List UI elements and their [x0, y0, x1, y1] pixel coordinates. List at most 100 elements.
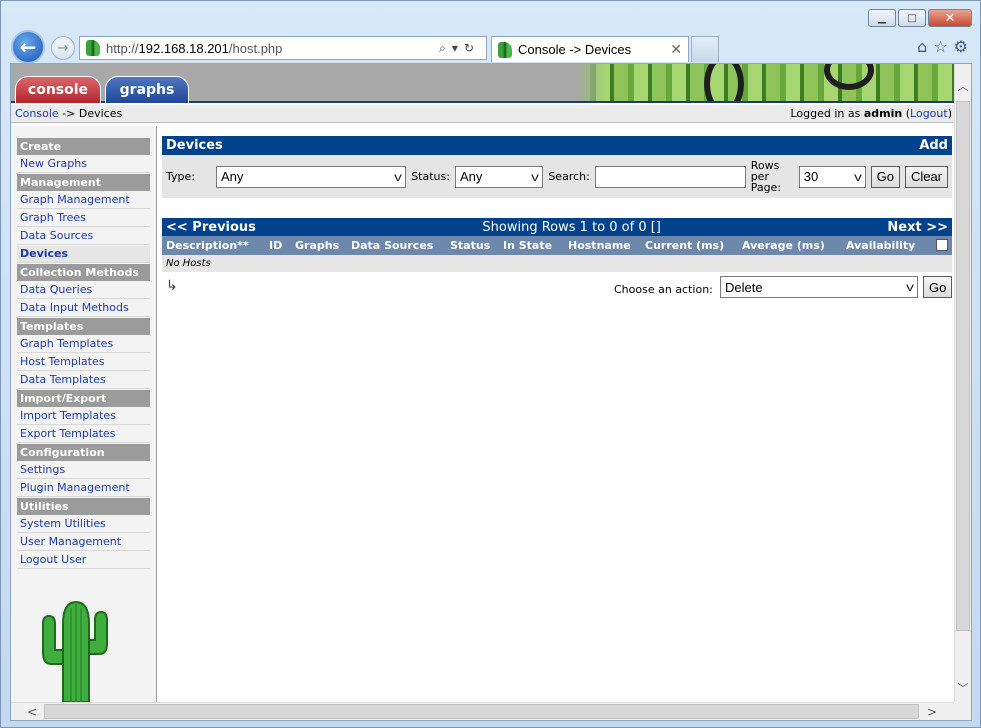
horizontal-scroll-thumb[interactable] [44, 704, 919, 719]
scroll-up-icon[interactable]: ︿ [955, 78, 971, 96]
logout-link[interactable]: Logout [910, 107, 948, 120]
url-text: http://192.168.18.201/host.php [106, 40, 283, 56]
type-select[interactable]: Any v [215, 165, 407, 188]
col-current-ms[interactable]: Current (ms) [645, 239, 724, 252]
vertical-scrollbar[interactable]: ︿ ﹀ [954, 64, 971, 704]
favorites-star-icon[interactable]: ☆ [933, 37, 947, 56]
browser-window: ▁ □ ✕ ← → http://192.168.18.201/host.php… [0, 0, 981, 728]
next-link[interactable]: Next >> [887, 220, 948, 235]
address-bar-tools: ⌕▾↻ [439, 41, 486, 56]
sidebar-item-devices[interactable]: Devices [17, 246, 150, 263]
col-average-ms[interactable]: Average (ms) [742, 239, 825, 252]
back-arrow-icon[interactable]: ← [11, 30, 45, 64]
col-data-sources[interactable]: Data Sources [351, 239, 433, 252]
cactus-logo-icon [42, 600, 108, 702]
col-status[interactable]: Status [450, 239, 490, 252]
sidebar-item-settings[interactable]: Settings [17, 462, 150, 479]
action-select[interactable]: Delete v [720, 276, 918, 298]
action-row: ↳ Choose an action: Delete v Go [162, 272, 953, 302]
col-graphs[interactable]: Graphs [295, 239, 339, 252]
sidebar-item-plugin-management[interactable]: Plugin Management [17, 480, 150, 497]
new-tab-button[interactable] [691, 36, 719, 62]
menu-section-import-export: Import/Export [17, 390, 150, 407]
scroll-down-icon[interactable]: ﹀ [955, 680, 971, 698]
dropdown-icon[interactable]: ▾ [452, 41, 464, 55]
forward-arrow-icon[interactable]: → [51, 36, 75, 60]
settings-gear-icon[interactable]: ⚙ [954, 37, 968, 56]
empty-table-row: No Hosts [162, 255, 952, 272]
col-id[interactable]: ID [269, 239, 282, 252]
breadcrumb-current: Devices [78, 107, 123, 120]
corner-arrow-icon: ↳ [166, 278, 178, 294]
browser-tab[interactable]: Console -> Devices ✕ [491, 36, 689, 62]
logged-in-user: admin [863, 107, 903, 120]
sidebar-item-data-input-methods[interactable]: Data Input Methods [17, 300, 150, 317]
minimize-button[interactable]: ▁ [868, 9, 896, 27]
rows-info: Showing Rows 1 to 0 of 0 [] [482, 219, 661, 235]
sidebar: Create New Graphs Management Graph Manageme… [11, 126, 157, 704]
status-select[interactable]: Any v [454, 165, 544, 188]
add-device-link[interactable]: Add [919, 138, 948, 153]
sidebar-item-new-graphs[interactable]: New Graphs [17, 156, 150, 173]
scroll-right-icon[interactable]: > [923, 703, 941, 720]
sidebar-item-import-templates[interactable]: Import Templates [17, 408, 150, 425]
sidebar-item-data-queries[interactable]: Data Queries [17, 282, 150, 299]
devices-header: Devices Add [162, 136, 952, 155]
device-filter: Type: Any v Status: Any v Search: Rows per… [162, 155, 952, 198]
menu-section-templates: Templates [17, 318, 150, 335]
sidebar-item-graph-management[interactable]: Graph Management [17, 192, 150, 209]
action-go-button[interactable]: Go [923, 276, 953, 298]
filter-clear-button[interactable]: Clear [904, 165, 949, 188]
breadcrumb-console-link[interactable]: Console [15, 107, 59, 120]
tab-close-icon[interactable]: ✕ [670, 42, 688, 58]
tab-graphs[interactable]: graphs [105, 76, 189, 103]
col-description[interactable]: Description** [166, 239, 249, 252]
search-icon[interactable]: ⌕ [439, 41, 452, 55]
previous-link[interactable]: << Previous [166, 220, 256, 235]
sidebar-item-export-templates[interactable]: Export Templates [17, 426, 150, 443]
cacti-header: console graphs [11, 64, 956, 103]
sidebar-item-data-sources[interactable]: Data Sources [17, 228, 150, 245]
search-input[interactable] [594, 165, 746, 188]
close-button[interactable]: ✕ [928, 9, 972, 27]
choose-action-label: Choose an action: [614, 283, 713, 296]
col-availability[interactable]: Availability [846, 239, 915, 252]
login-status: Logged in as admin (Logout) [790, 107, 952, 120]
page-title: Devices [166, 138, 223, 153]
sidebar-item-data-templates[interactable]: Data Templates [17, 372, 150, 389]
main-content: Devices Add Type: Any v Status: Any v Sear… [162, 136, 953, 302]
home-icon[interactable]: ⌂ [917, 37, 927, 56]
chevron-down-icon: v [906, 280, 914, 294]
scroll-left-icon[interactable]: < [23, 703, 41, 720]
sidebar-item-system-utilities[interactable]: System Utilities [17, 516, 150, 533]
search-label: Search: [548, 170, 590, 183]
window-controls: ▁ □ ✕ [868, 9, 972, 27]
sidebar-item-graph-trees[interactable]: Graph Trees [17, 210, 150, 227]
rows-per-page-label: Rows per Page: [750, 159, 782, 194]
filter-go-button[interactable]: Go [870, 165, 900, 188]
sidebar-item-logout-user[interactable]: Logout User [17, 552, 150, 569]
col-in-state[interactable]: In State [503, 239, 552, 252]
menu-section-configuration: Configuration [17, 444, 150, 461]
sidebar-item-host-templates[interactable]: Host Templates [17, 354, 150, 371]
breadcrumb: Console -> Devices [15, 107, 123, 120]
cacti-page: console graphs Console -> Devices Logged… [11, 64, 956, 704]
vertical-scroll-thumb[interactable] [956, 101, 970, 631]
tab-favicon-icon [498, 41, 512, 58]
tab-console[interactable]: console [15, 76, 101, 103]
col-hostname[interactable]: Hostname [568, 239, 631, 252]
table-header: Description** ID Graphs Data Sources Sta… [162, 236, 952, 255]
address-bar[interactable]: http://192.168.18.201/host.php ⌕▾↻ [79, 36, 487, 60]
sidebar-item-graph-templates[interactable]: Graph Templates [17, 336, 150, 353]
rows-per-page-select[interactable]: 30 v [798, 165, 866, 188]
breadcrumb-bar: Console -> Devices Logged in as admin (L… [11, 105, 956, 123]
refresh-icon[interactable]: ↻ [464, 41, 480, 55]
cacti-banner-image [576, 64, 956, 101]
maximize-button[interactable]: □ [898, 9, 926, 27]
select-all-checkbox[interactable] [936, 239, 948, 251]
pagination-bar: << Previous Showing Rows 1 to 0 of 0 [] … [162, 218, 952, 236]
menu-section-utilities: Utilities [17, 498, 150, 515]
type-label: Type: [166, 170, 195, 183]
sidebar-item-user-management[interactable]: User Management [17, 534, 150, 551]
horizontal-scrollbar[interactable]: < > [11, 702, 956, 720]
